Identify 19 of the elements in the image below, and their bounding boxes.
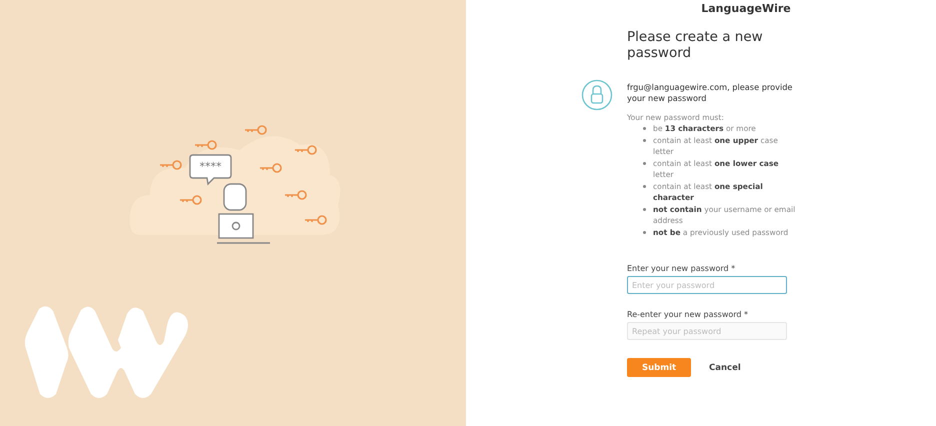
key-icon (194, 140, 217, 150)
key-icon (179, 195, 202, 205)
key-icon (259, 163, 282, 173)
field-label: Re-enter your new password * (627, 310, 750, 319)
cancel-button[interactable]: Cancel (707, 360, 743, 374)
key-icon (284, 190, 307, 200)
key-icon (159, 160, 182, 170)
key-icon (244, 125, 267, 135)
brand-name: LanguageWire (701, 2, 791, 15)
key-icon (304, 215, 327, 225)
lock-icon (581, 79, 613, 111)
page-heading: Please create a new password (627, 29, 764, 61)
intro-text: frgu@languagewire.com, please provide your new password (627, 82, 794, 104)
person-at-laptop-drawing (217, 183, 270, 244)
password-field[interactable]: Enter your password (627, 276, 787, 294)
bubble-text: **** (200, 160, 222, 173)
field-label: Enter your new password * (627, 264, 736, 273)
speech-bubble-drawing (189, 154, 232, 185)
key-icon (294, 145, 317, 155)
